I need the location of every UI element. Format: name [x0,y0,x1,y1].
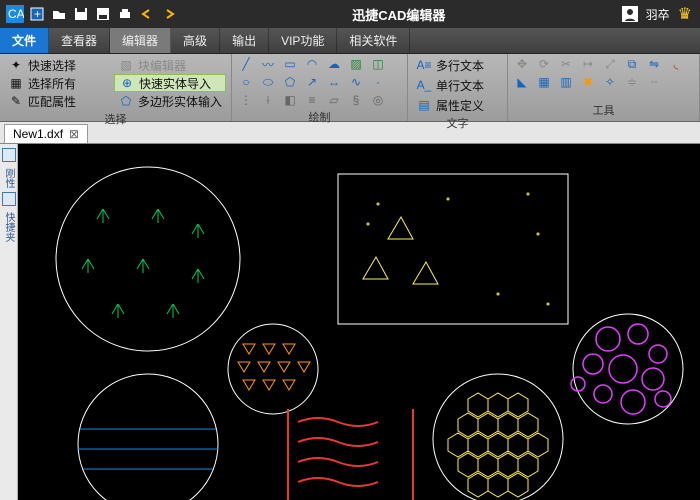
menu-viewer[interactable]: 查看器 [49,28,110,53]
side-panel-btn-a[interactable] [2,148,16,162]
svg-text:+: + [34,7,41,21]
extend-icon[interactable]: ↦ [578,56,598,72]
group-label-tools: 工具 [512,101,695,119]
select-all-button[interactable]: ▦选择所有 [4,74,112,92]
explode-icon[interactable]: ✧ [600,74,620,90]
undo-icon[interactable] [138,5,156,23]
spline-icon[interactable]: ∿ [346,74,366,90]
match-props-button[interactable]: ✎匹配属性 [4,92,112,110]
mtext-icon: A≡ [416,57,432,73]
measure-icon[interactable]: ⟊ [258,92,278,108]
import-icon: ⊕ [119,75,135,91]
polygon-input-button[interactable]: ⬠多边形实体输入 [114,92,226,110]
quick-select-button[interactable]: ✦快速选择 [4,56,112,74]
ray-icon[interactable]: ↗ [302,74,322,90]
crown-icon[interactable]: ♛ [678,4,692,24]
user-area: 羽卒 ♛ [614,4,700,24]
donut-icon[interactable]: ◎ [368,92,388,108]
mtext-button[interactable]: A≡多行文本 [412,56,488,74]
brush-icon: ✎ [8,93,24,109]
menu-bar: 文件 查看器 编辑器 高级 输出 VIP功能 相关软件 [0,28,700,54]
user-icon[interactable] [622,6,638,22]
helix-icon[interactable]: § [346,92,366,108]
chamfer-icon[interactable]: ◣ [512,74,532,90]
fillet-icon[interactable]: ◟ [666,56,686,72]
point-icon[interactable]: · [368,74,388,90]
side-panel: 刚性 快捷夹 [0,144,18,500]
group-label-draw: 绘制 [236,108,403,126]
wand-icon: ✦ [8,57,24,73]
title-bar: CAD + 迅捷CAD编辑器 羽卒 ♛ [0,0,700,28]
document-tab[interactable]: New1.dxf ⊠ [4,124,88,143]
circle-icon[interactable]: ○ [236,74,256,90]
hatch-icon[interactable]: ▨ [346,56,366,72]
app-logo-icon[interactable]: CAD [6,5,24,23]
block-editor-button[interactable]: ▧块编辑器 [114,56,226,74]
align-icon[interactable]: ≑ [622,74,642,90]
menu-file[interactable]: 文件 [0,28,49,53]
menu-vip[interactable]: VIP功能 [269,28,337,53]
print-icon[interactable] [116,5,134,23]
menu-editor[interactable]: 编辑器 [110,28,171,53]
arc-icon[interactable]: ◠ [302,56,322,72]
break-icon[interactable]: ╌ [644,74,664,90]
divide-icon[interactable]: ⋮ [236,92,256,108]
redo-icon[interactable] [160,5,178,23]
app-title: 迅捷CAD编辑器 [184,5,614,24]
ribbon-group-tools: ✥ ⟳ ✂ ↦ ⤢ ⧉ ⇋ ◟ ◣ ▦ ▥ ✖ ✧ ≑ ╌ 工具 [508,54,700,121]
document-tab-label: New1.dxf [13,127,63,141]
ribbon-group-draw: ╱ 〰 ▭ ◠ ☁ ▨ ◫ ○ ⬭ ⬠ ↗ ↔ ∿ · ⋮ ⟊ ◧ ≡ ▱ § … [232,54,408,121]
side-panel-btn-b[interactable] [2,192,16,206]
mirror-icon[interactable]: ⇋ [644,56,664,72]
trim-icon[interactable]: ✂ [556,56,576,72]
poly-icon[interactable]: ⬠ [280,74,300,90]
scale-icon[interactable]: ⤢ [600,56,620,72]
ribbon-group-select: ✦快速选择 ▦选择所有 ✎匹配属性 ▧块编辑器 ⊕快速实体导入 ⬠多边形实体输入… [0,54,232,121]
side-panel-label-b: 快捷夹 [1,212,16,242]
trace-icon[interactable]: ≡ [302,92,322,108]
canvas-svg [18,144,700,500]
group-label-text: 文字 [412,114,503,132]
ribbon: ✦快速选择 ▦选择所有 ✎匹配属性 ▧块编辑器 ⊕快速实体导入 ⬠多边形实体输入… [0,54,700,122]
array-icon[interactable]: ▦ [534,74,554,90]
svg-text:CAD: CAD [8,7,24,21]
open-icon[interactable] [50,5,68,23]
username[interactable]: 羽卒 [646,6,670,23]
close-tab-icon[interactable]: ⊠ [69,127,79,141]
text-button[interactable]: A_单行文本 [412,76,488,94]
block-icon: ▧ [118,57,134,73]
select-all-icon: ▦ [8,75,24,91]
drawing-canvas[interactable] [18,144,700,500]
quick-access-toolbar: CAD + [0,5,184,23]
erase-icon[interactable]: ✖ [578,74,598,90]
xline-icon[interactable]: ↔ [324,74,344,90]
boundary-icon[interactable]: ◧ [280,92,300,108]
region-icon[interactable]: ◫ [368,56,388,72]
side-panel-label-a: 刚性 [1,168,16,188]
ellipse-icon[interactable]: ⬭ [258,74,278,90]
rect-icon[interactable]: ▭ [280,56,300,72]
menu-advanced[interactable]: 高级 [171,28,220,53]
quick-import-button[interactable]: ⊕快速实体导入 [114,74,226,92]
attr-icon: ▤ [416,97,432,113]
cloud-icon[interactable]: ☁ [324,56,344,72]
saveas-icon[interactable] [94,5,112,23]
save-icon[interactable] [72,5,90,23]
wipe-icon[interactable]: ▱ [324,92,344,108]
workspace: 刚性 快捷夹 [0,144,700,500]
ribbon-group-text: A≡多行文本 A_单行文本 ▤属性定义 文字 [408,54,508,121]
attrdef-button[interactable]: ▤属性定义 [412,96,488,114]
menu-related[interactable]: 相关软件 [337,28,410,53]
text-icon: A_ [416,77,432,93]
copy-icon[interactable]: ⧉ [622,56,642,72]
offset-icon[interactable]: ▥ [556,74,576,90]
move-icon[interactable]: ✥ [512,56,532,72]
new-icon[interactable]: + [28,5,46,23]
rotate-icon[interactable]: ⟳ [534,56,554,72]
polygon-icon: ⬠ [118,93,134,109]
polyline-icon[interactable]: 〰 [258,56,278,72]
menu-output[interactable]: 输出 [220,28,269,53]
line-icon[interactable]: ╱ [236,56,256,72]
